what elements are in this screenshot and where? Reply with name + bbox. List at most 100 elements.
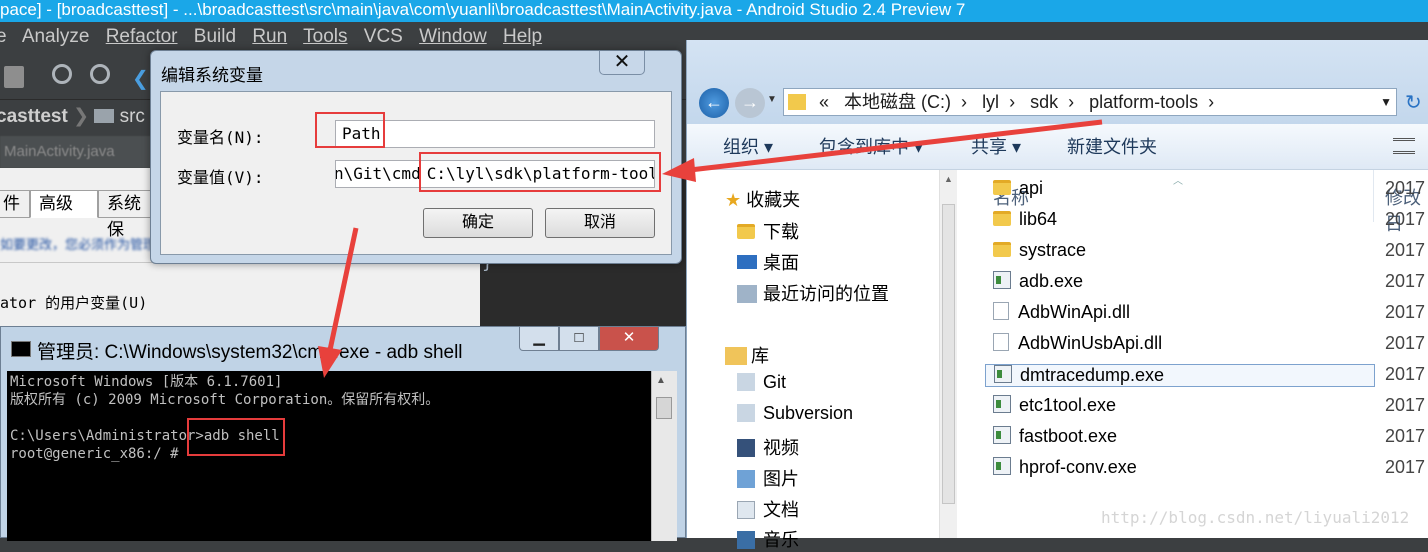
nav-videos[interactable]: 视频 [737, 434, 799, 460]
breadcrumb-sdk[interactable]: sdk [1030, 92, 1058, 112]
adb-shell-highlight [187, 418, 285, 456]
file-date: 2017 [1385, 302, 1426, 322]
documents-icon [737, 501, 755, 519]
menu-window[interactable]: Window [419, 26, 487, 47]
nav-pictures-label: 图片 [763, 469, 799, 489]
var-name-label: 变量名(N): [177, 128, 264, 147]
file-row[interactable]: lib64 [993, 209, 1057, 230]
file-row[interactable]: systrace [993, 240, 1086, 261]
music-icon [737, 531, 755, 549]
explorer-command-bar: 组织 ▾ 包含到库中 ▾ 共享 ▾ 新建文件夹 [687, 124, 1428, 170]
breadcrumb-lyl[interactable]: lyl [982, 92, 999, 112]
paste-icon[interactable] [4, 66, 24, 88]
breadcrumb-platform-tools[interactable]: platform-tools [1089, 92, 1198, 112]
nav-recent[interactable]: 最近访问的位置 [737, 280, 889, 306]
minimize-button[interactable]: ▁ [519, 327, 559, 351]
menu-refactor[interactable]: Refactor [106, 26, 178, 47]
file-row[interactable]: hprof-conv.exe [993, 457, 1137, 478]
file-row[interactable]: AdbWinUsbApi.dll [993, 333, 1162, 354]
new-folder-button[interactable]: 新建文件夹 [1067, 124, 1157, 170]
scroll-thumb[interactable] [942, 204, 955, 504]
history-dropdown-icon[interactable]: ▼ [767, 94, 777, 105]
file-date: 2017 [1385, 178, 1426, 198]
nav-libraries[interactable]: 库 [725, 342, 769, 368]
menu-help[interactable]: Help [503, 26, 542, 47]
refresh-icon[interactable]: ↻ [1405, 90, 1422, 115]
nav-music[interactable]: 音乐 [737, 526, 799, 552]
exe-file-icon [993, 457, 1011, 475]
var-value-label: 变量值(V): [177, 168, 264, 187]
nav-pictures[interactable]: 图片 [737, 465, 799, 491]
cmd-scrollbar[interactable]: ▲ [651, 371, 677, 541]
menu-edit[interactable]: e [0, 26, 7, 47]
file-date: 2017 [1385, 457, 1426, 477]
nav-git[interactable]: Git [737, 372, 786, 393]
close-button[interactable]: ✕ [599, 327, 659, 351]
scroll-up-icon[interactable]: ▲ [656, 375, 666, 386]
replace-icon[interactable] [90, 64, 110, 84]
menu-build[interactable]: Build [194, 26, 236, 47]
organize-menu[interactable]: 组织 ▾ [723, 124, 773, 170]
cmd-output[interactable]: Microsoft Windows [版本 6.1.7601] 版权所有 (c) … [7, 371, 651, 541]
share-menu[interactable]: 共享 ▾ [971, 124, 1021, 170]
maximize-button[interactable]: □ [559, 327, 599, 351]
back-button[interactable]: ← [699, 88, 729, 118]
nav-favorites[interactable]: ★ 收藏夹 [725, 186, 800, 212]
address-bar[interactable]: « 本地磁盘 (C:) › lyl › sdk › platform-tools › ▼ [783, 88, 1397, 116]
file-name: dmtracedump.exe [1020, 365, 1165, 385]
search-icon[interactable] [52, 64, 72, 84]
star-icon: ★ [725, 190, 742, 210]
nav-project[interactable]: casttest [0, 106, 68, 127]
ok-button[interactable]: 确定 [423, 208, 533, 238]
menu-vcs[interactable]: VCS [364, 26, 403, 47]
nav-downloads[interactable]: 下载 [737, 218, 799, 244]
explorer-window: ← → ▼ « 本地磁盘 (C:) › lyl › sdk › platform-to… [686, 40, 1428, 550]
watermark: http://blog.csdn.net/liyuali2012 [1101, 508, 1410, 527]
address-dropdown-icon[interactable]: ▼ [1380, 89, 1392, 115]
nav-documents[interactable]: 文档 [737, 496, 799, 522]
subversion-library-icon [737, 404, 755, 422]
file-date: 2017 [1385, 271, 1426, 291]
nav-downloads-label: 下载 [763, 222, 799, 242]
include-in-library-menu[interactable]: 包含到库中 ▾ [819, 124, 923, 170]
folder-icon [788, 94, 806, 110]
file-row[interactable]: dmtracedump.exe [985, 364, 1375, 387]
nav-music-label: 音乐 [763, 530, 799, 550]
back-icon[interactable]: ❮ [132, 66, 149, 91]
android-studio-title-bar: pace] - [broadcasttest] - ...\broadcastt… [0, 0, 1428, 22]
file-row[interactable]: AdbWinApi.dll [993, 302, 1130, 323]
tab-advanced[interactable]: 高级 [30, 190, 98, 218]
cancel-button[interactable]: 取消 [545, 208, 655, 238]
exe-file-icon [993, 271, 1011, 289]
cmd-line: 版权所有 (c) 2009 Microsoft Corporation。保留所有… [10, 392, 440, 408]
tab-hardware[interactable]: 件 [0, 190, 30, 218]
breadcrumb-overflow[interactable]: « [819, 92, 829, 112]
dll-file-icon [993, 302, 1009, 320]
file-name: lib64 [1019, 209, 1058, 229]
sort-arrow-icon: ︿ [1173, 176, 1183, 187]
menu-analyze[interactable]: Analyze [22, 26, 90, 47]
file-row[interactable]: adb.exe [993, 271, 1083, 292]
nav-desktop[interactable]: 桌面 [737, 249, 799, 275]
nav-pane-scrollbar[interactable]: ▲ [939, 170, 957, 538]
file-row[interactable]: api [993, 178, 1043, 199]
cmd-icon [11, 341, 31, 357]
nav-documents-label: 文档 [763, 500, 799, 520]
editor-tab[interactable]: MainActivity.java [0, 136, 170, 168]
view-options-icon[interactable] [1393, 138, 1415, 154]
library-icon [725, 347, 747, 365]
cmd-line: root@generic_x86:/ # [10, 446, 179, 462]
menu-tools[interactable]: Tools [303, 26, 347, 47]
forward-button[interactable]: → [735, 88, 765, 118]
folder-icon [94, 109, 115, 123]
nav-src[interactable]: src [120, 106, 145, 127]
scroll-up-icon[interactable]: ▲ [944, 174, 953, 184]
file-row[interactable]: fastboot.exe [993, 426, 1117, 447]
scroll-thumb[interactable] [656, 397, 672, 419]
menu-run[interactable]: Run [252, 26, 287, 47]
file-row[interactable]: etc1tool.exe [993, 395, 1116, 416]
close-icon[interactable]: ✕ [599, 51, 645, 75]
folder-icon [993, 180, 1011, 195]
breadcrumb-drive[interactable]: 本地磁盘 (C:) [844, 92, 951, 112]
nav-subversion[interactable]: Subversion [737, 403, 853, 424]
